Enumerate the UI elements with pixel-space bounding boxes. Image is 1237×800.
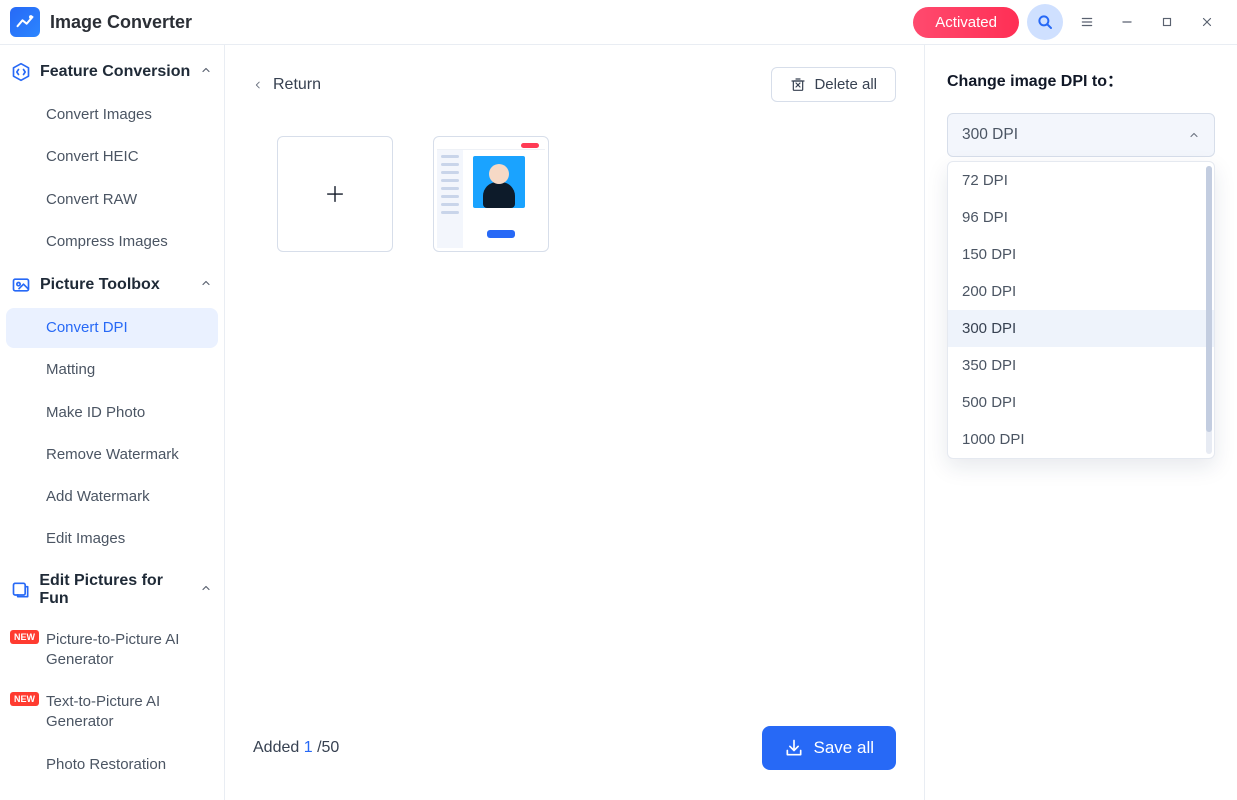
dpi-option[interactable]: 1000 DPI [948,421,1214,458]
return-label: Return [273,76,321,94]
new-badge: NEW [10,692,39,706]
add-image-button[interactable] [277,136,393,252]
sidebar-item-make-id-photo[interactable]: Make ID Photo [6,393,218,433]
sidebar-item-edit-images[interactable]: Edit Images [6,519,218,559]
sidebar-item-convert-heic[interactable]: Convert HEIC [6,137,218,177]
section-label: Picture Toolbox [40,276,160,294]
chevron-up-icon [1188,129,1200,141]
app-logo-icon [10,7,40,37]
chevron-up-icon [200,63,212,81]
search-icon[interactable] [1027,4,1063,40]
sidebar-item-label: Text-to-Picture AI Generator [46,693,160,730]
section-label: Feature Conversion [40,63,190,81]
titlebar: Image Converter Activated [0,0,1237,44]
maximize-icon[interactable] [1147,4,1187,40]
dpi-option[interactable]: 72 DPI [948,162,1214,199]
sidebar-item-convert-images[interactable]: Convert Images [6,95,218,135]
sidebar-item-remove-watermark[interactable]: Remove Watermark [6,435,218,475]
scrollbar-thumb[interactable] [1206,166,1212,432]
sidebar-section-picture-toolbox[interactable]: Picture Toolbox [6,264,218,306]
image-thumbnail[interactable] [433,136,549,252]
sidebar-item-convert-raw[interactable]: Convert RAW [6,180,218,220]
return-button[interactable]: Return [253,76,321,94]
save-all-button[interactable]: Save all [762,726,896,770]
dpi-dropdown: 72 DPI 96 DPI 150 DPI 200 DPI 300 DPI 35… [947,161,1215,459]
save-all-label: Save all [814,738,874,758]
added-count: Added 1 /50 [253,739,339,757]
delete-all-button[interactable]: Delete all [771,67,896,102]
dpi-option[interactable]: 500 DPI [948,384,1214,421]
main-content: Return Delete all [225,45,925,800]
sidebar-item-photo-restoration[interactable]: Photo Restoration [6,745,218,785]
sidebar-item-matting[interactable]: Matting [6,350,218,390]
section-label: Edit Pictures for Fun [39,572,192,608]
sidebar-item-label: Picture-to-Picture AI Generator [46,631,179,668]
right-panel: Change image DPI to： 300 DPI 72 DPI 96 D… [925,45,1237,800]
sidebar-item-text-to-picture-ai[interactable]: NEW Text-to-Picture AI Generator [6,682,218,743]
dpi-option[interactable]: 200 DPI [948,273,1214,310]
sidebar-item-add-watermark[interactable]: Add Watermark [6,477,218,517]
dpi-select-value: 300 DPI [962,126,1018,144]
activated-badge[interactable]: Activated [913,7,1019,38]
picture-toolbox-icon [10,274,32,296]
close-icon[interactable] [1187,4,1227,40]
sidebar-item-compress-images[interactable]: Compress Images [6,222,218,262]
dpi-option[interactable]: 96 DPI [948,199,1214,236]
new-badge: NEW [10,630,39,644]
app-title: Image Converter [50,12,192,33]
minimize-icon[interactable] [1107,4,1147,40]
edit-pictures-icon [10,579,31,601]
dpi-option[interactable]: 350 DPI [948,347,1214,384]
sidebar-item-picture-to-picture-ai[interactable]: NEW Picture-to-Picture AI Generator [6,620,218,681]
download-icon [784,738,804,758]
thumbnail-preview [437,140,545,248]
menu-icon[interactable] [1067,4,1107,40]
feature-conversion-icon [10,61,32,83]
chevron-up-icon [200,581,212,599]
sidebar-item-convert-dpi[interactable]: Convert DPI [6,308,218,348]
chevron-up-icon [200,276,212,294]
delete-all-label: Delete all [814,76,877,93]
sidebar-section-feature-conversion[interactable]: Feature Conversion [6,51,218,93]
dpi-select-label: Change image DPI to： [947,67,1215,91]
chevron-left-icon [253,78,263,92]
sidebar: Feature Conversion Convert Images Conver… [0,45,225,800]
plus-icon [324,183,346,205]
trash-icon [790,77,806,93]
sidebar-section-edit-pictures-for-fun[interactable]: Edit Pictures for Fun [6,562,218,618]
dpi-select[interactable]: 300 DPI [947,113,1215,157]
dpi-option-selected[interactable]: 300 DPI [948,310,1214,347]
dpi-option[interactable]: 150 DPI [948,236,1214,273]
